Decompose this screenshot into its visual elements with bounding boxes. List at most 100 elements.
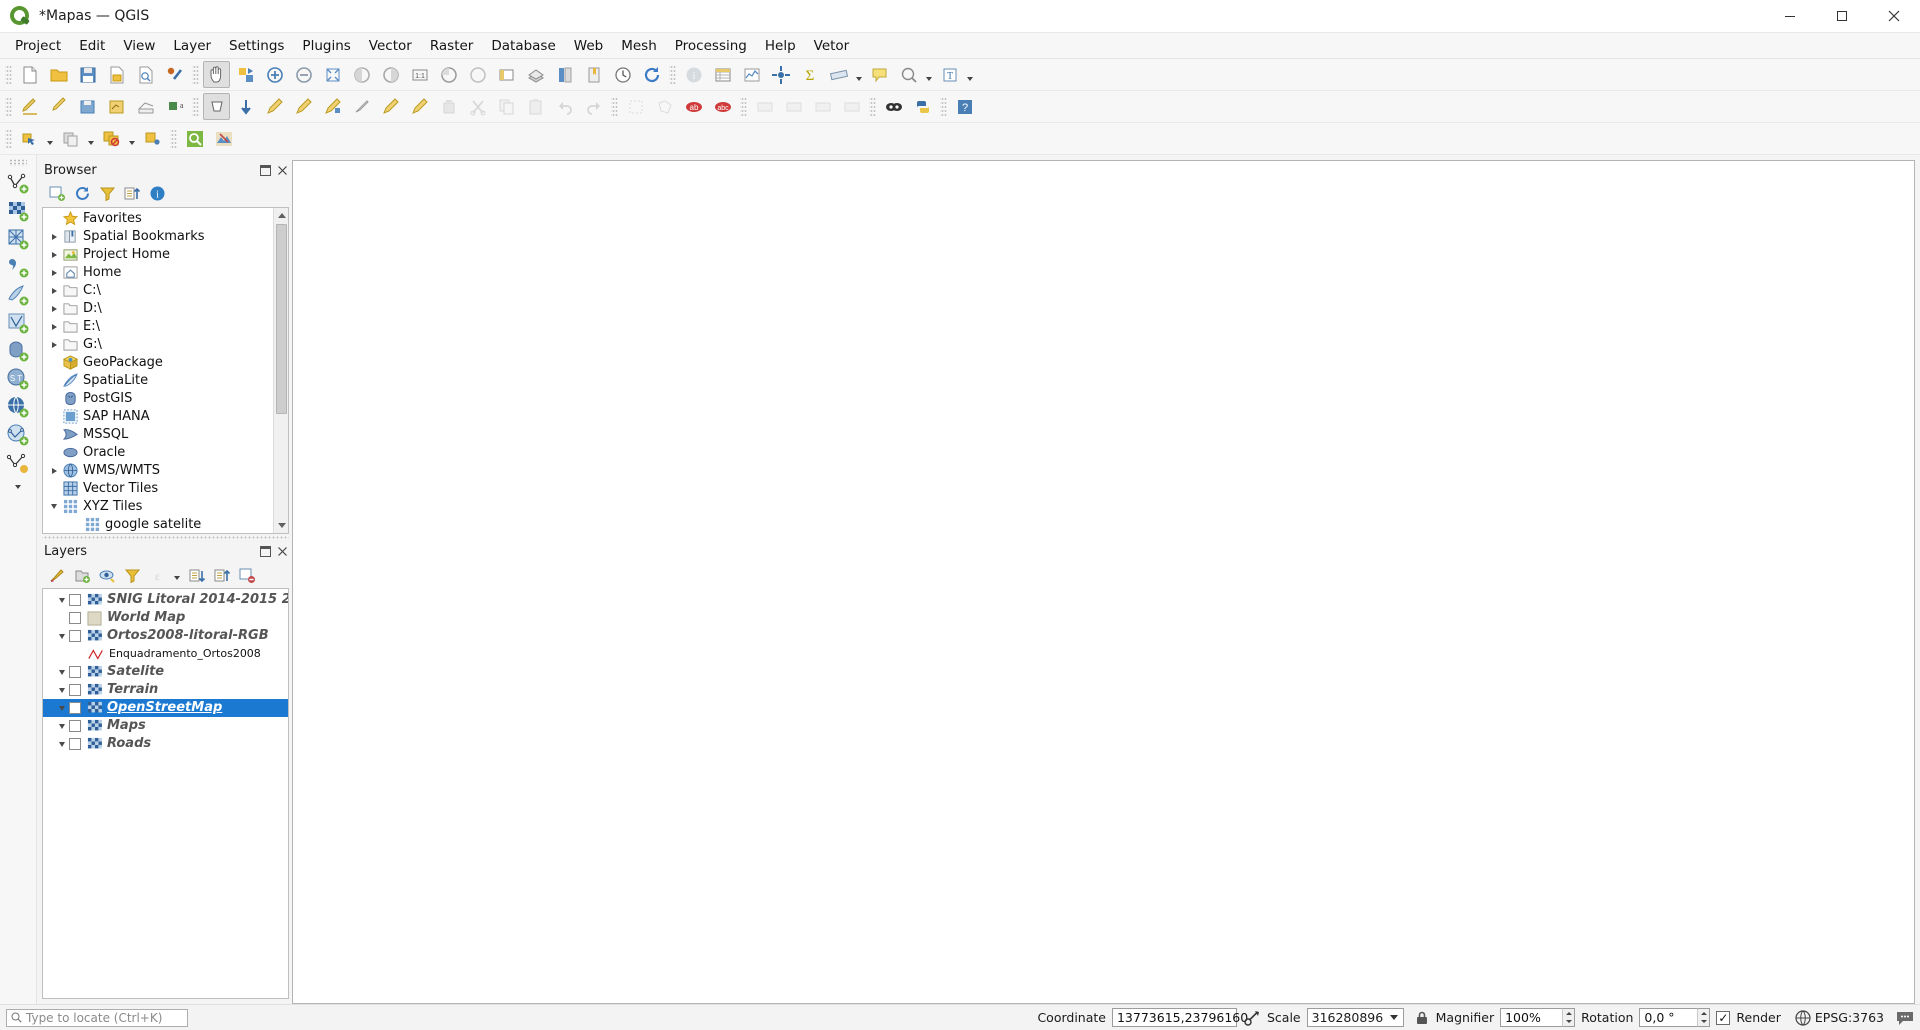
browser-scroll-up-button[interactable] xyxy=(274,207,288,223)
zoom-native-button[interactable]: 1:1 xyxy=(406,61,433,88)
magnifier-stepper[interactable] xyxy=(1562,1008,1576,1027)
temporal-controller-button[interactable] xyxy=(609,61,636,88)
new-print-layout-button[interactable] xyxy=(132,61,159,88)
measure-line-button[interactable] xyxy=(825,61,852,88)
select-expr-dropdown-arrow-icon[interactable] xyxy=(126,125,138,152)
layers-undock-button[interactable] xyxy=(258,545,272,559)
metasearch-button[interactable] xyxy=(181,125,208,152)
offset-curve-button[interactable] xyxy=(319,93,346,120)
add-selected-layers-button[interactable] xyxy=(46,183,68,205)
add-polygon-feature-button[interactable] xyxy=(132,93,159,120)
zoom-to-selection-button[interactable] xyxy=(348,61,375,88)
browser-close-button[interactable] xyxy=(275,163,289,177)
close-button[interactable] xyxy=(1868,0,1920,33)
enable-properties-widget-button[interactable]: i xyxy=(146,183,168,205)
layer-row[interactable]: Ortos2008-litoral-RGB xyxy=(43,627,288,645)
menu-vector[interactable]: Vector xyxy=(360,35,421,57)
layer-visibility-checkbox[interactable] xyxy=(69,594,81,606)
browser-item-oracle[interactable]: Oracle xyxy=(43,444,273,462)
crs-button[interactable]: EPSG:3763 xyxy=(1795,1009,1884,1026)
add-vector-layer-button[interactable] xyxy=(2,169,34,197)
browser-item-home[interactable]: Home xyxy=(43,264,273,282)
browser-tree[interactable]: Favorites Spatial Bookmarks Project Home Ho… xyxy=(42,206,289,534)
browser-undock-button[interactable] xyxy=(258,163,272,177)
browser-item-postgis[interactable]: PostGIS xyxy=(43,390,273,408)
chevron-down-icon[interactable] xyxy=(55,629,69,643)
show-hide-labels-button[interactable] xyxy=(751,93,778,120)
processing-toolbox-button[interactable] xyxy=(880,93,907,120)
split-features-button[interactable] xyxy=(348,93,375,120)
change-label-button[interactable] xyxy=(838,93,865,120)
menu-web[interactable]: Web xyxy=(565,35,612,57)
layer-visibility-checkbox[interactable] xyxy=(69,720,81,732)
toolbar-grip[interactable] xyxy=(5,127,12,150)
toolbar-grip[interactable] xyxy=(5,63,12,86)
toolbar-grip[interactable] xyxy=(740,95,747,118)
manage-map-themes-button[interactable] xyxy=(96,564,118,586)
plugin-button[interactable] xyxy=(210,125,237,152)
chevron-down-icon[interactable] xyxy=(55,701,69,715)
options-button[interactable] xyxy=(767,61,794,88)
browser-item-favorites[interactable]: Favorites xyxy=(43,210,273,228)
browser-scroll-thumb[interactable] xyxy=(276,223,287,414)
save-project-as-button[interactable] xyxy=(103,61,130,88)
select-features-button[interactable] xyxy=(895,61,922,88)
select-features-by-area-button[interactable] xyxy=(16,125,43,152)
delete-part-button[interactable] xyxy=(406,93,433,120)
browser-item-xyz-tiles[interactable]: XYZ Tiles xyxy=(43,498,273,516)
menu-raster[interactable]: Raster xyxy=(421,35,483,57)
layer-row[interactable]: Satelite xyxy=(43,663,288,681)
refresh-button[interactable] xyxy=(638,61,665,88)
menu-help[interactable]: Help xyxy=(756,35,805,57)
browser-item-project-home[interactable]: Project Home xyxy=(43,246,273,264)
layer-row[interactable]: World Map xyxy=(43,609,288,627)
menu-mesh[interactable]: Mesh xyxy=(612,35,666,57)
layers-close-button[interactable] xyxy=(275,545,289,559)
rotation-spinbox[interactable]: 0,0 ° xyxy=(1639,1008,1711,1027)
browser-item-google-satelite[interactable]: google satelite xyxy=(43,516,273,533)
toolbar-grip[interactable] xyxy=(869,95,876,118)
toolbar-grip[interactable] xyxy=(192,95,199,118)
new-bookmark-button[interactable] xyxy=(580,61,607,88)
chevron-right-icon[interactable] xyxy=(47,320,61,334)
collapse-all-button[interactable] xyxy=(121,183,143,205)
add-mesh-layer-button[interactable] xyxy=(2,225,34,253)
layer-row[interactable]: Roads xyxy=(43,735,288,753)
collapse-all-layers-button[interactable] xyxy=(211,564,233,586)
paste-features-button[interactable] xyxy=(522,93,549,120)
python-console-button[interactable] xyxy=(909,93,936,120)
menu-settings[interactable]: Settings xyxy=(220,35,293,57)
chevron-down-icon[interactable] xyxy=(47,500,61,514)
measure-dropdown-arrow-icon[interactable] xyxy=(853,61,865,88)
zoom-full-button[interactable] xyxy=(319,61,346,88)
digitize-with-segment-button[interactable] xyxy=(103,93,130,120)
layer-visibility-checkbox[interactable] xyxy=(69,666,81,678)
chevron-right-icon[interactable] xyxy=(47,248,61,262)
open-project-button[interactable] xyxy=(45,61,72,88)
filter-legend-expression-button[interactable]: ε xyxy=(146,564,168,586)
rail-grip[interactable] xyxy=(9,159,27,166)
filter-legend-button[interactable] xyxy=(121,564,143,586)
chevron-right-icon[interactable] xyxy=(47,230,61,244)
layer-visibility-checkbox[interactable] xyxy=(69,612,81,624)
add-postgis-layer-button[interactable] xyxy=(2,309,34,337)
menu-vetor[interactable]: Vetor xyxy=(805,35,859,57)
map-canvas[interactable] xyxy=(292,160,1915,1004)
browser-tree-list[interactable]: Favorites Spatial Bookmarks Project Home Ho… xyxy=(43,208,273,533)
add-vector-tile-layer-button[interactable] xyxy=(2,449,34,477)
toolbar-grip[interactable] xyxy=(170,127,177,150)
reshape-features-button[interactable] xyxy=(290,93,317,120)
menu-processing[interactable]: Processing xyxy=(666,35,756,57)
locator-search-input[interactable]: Type to locate (Ctrl+K) xyxy=(6,1008,188,1027)
add-wms-layer-button[interactable] xyxy=(2,393,34,421)
magnifier-step-down[interactable] xyxy=(1563,1017,1575,1026)
minimize-button[interactable] xyxy=(1764,0,1816,33)
undo-button[interactable] xyxy=(551,93,578,120)
sum-field-button[interactable]: Σ xyxy=(796,61,823,88)
cut-features-button[interactable] xyxy=(464,93,491,120)
zoom-out-button[interactable] xyxy=(290,61,317,88)
toolbar-grip[interactable] xyxy=(611,95,618,118)
toolbar-grip[interactable] xyxy=(5,95,12,118)
browser-item-c[interactable]: C:\ xyxy=(43,282,273,300)
zoom-next-button[interactable] xyxy=(464,61,491,88)
